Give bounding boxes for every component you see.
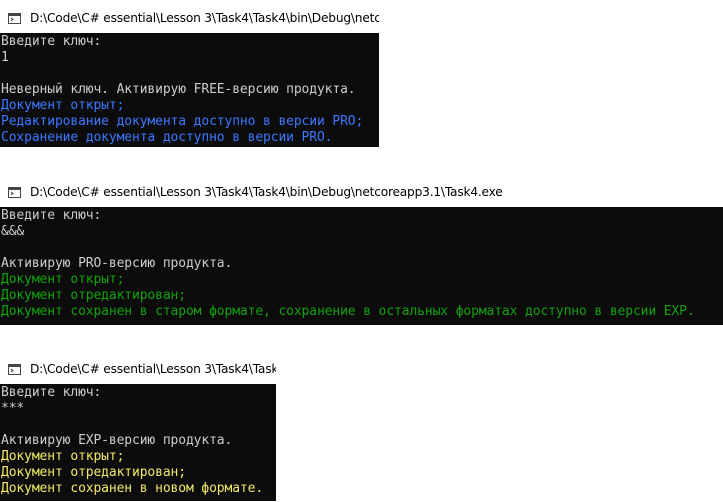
console-line: &&&	[1, 224, 25, 239]
console-line: Документ отредактирован;	[1, 465, 186, 480]
console-window-icon	[8, 12, 21, 24]
console-line: Неверный ключ. Активирую FREE-версию про…	[1, 82, 356, 97]
console-window-icon	[8, 186, 21, 198]
console-line: Документ сохранен в старом формате, сохр…	[1, 304, 695, 319]
console-line: Документ открыт;	[1, 98, 125, 113]
console-output: Введите ключ: *** Активирую EXP-версию п…	[0, 384, 276, 497]
console-line: Редактирование документа доступно в верс…	[1, 114, 364, 129]
console-line: Документ открыт;	[1, 272, 125, 287]
console-line: Документ отредактирован;	[1, 288, 186, 303]
console-line: Документ сохранен в новом формате.	[1, 481, 264, 496]
console-window-icon	[8, 363, 21, 375]
console-line: Введите ключ:	[1, 385, 102, 400]
window-title: D:\Code\C# essential\Lesson 3\Task4\Task…	[30, 185, 503, 199]
title-bar[interactable]: D:\Code\C# essential\Lesson 3\Task4\Task…	[0, 177, 723, 207]
console-line: Введите ключ:	[1, 208, 102, 223]
console-window-free: D:\Code\C# essential\Lesson 3\Task4\Task…	[0, 3, 379, 147]
console-output: Введите ключ: 1 Неверный ключ. Активирую…	[0, 33, 379, 146]
console-line: ***	[1, 401, 25, 416]
title-bar[interactable]: D:\Code\C# essential\Lesson 3\Task4\Task…	[0, 354, 276, 384]
window-title: D:\Code\C# essential\Lesson 3\Task4\Task…	[30, 11, 379, 25]
console-line: Документ открыт;	[1, 449, 125, 464]
console-line: Введите ключ:	[1, 34, 102, 49]
console-window-pro: D:\Code\C# essential\Lesson 3\Task4\Task…	[0, 177, 723, 325]
console-line: 1	[1, 50, 9, 65]
console-line: Активирую EXP-версию продукта.	[1, 433, 233, 448]
title-bar[interactable]: D:\Code\C# essential\Lesson 3\Task4\Task…	[0, 3, 379, 33]
console-line: Активирую PRO-версию продукта.	[1, 256, 233, 271]
console-output: Введите ключ: &&& Активирую PRO-версию п…	[0, 207, 723, 320]
window-title: D:\Code\C# essential\Lesson 3\Task4\Task…	[30, 362, 276, 376]
console-window-exp: D:\Code\C# essential\Lesson 3\Task4\Task…	[0, 354, 276, 501]
console-line: Сохранение документа доступно в версии P…	[1, 130, 333, 145]
